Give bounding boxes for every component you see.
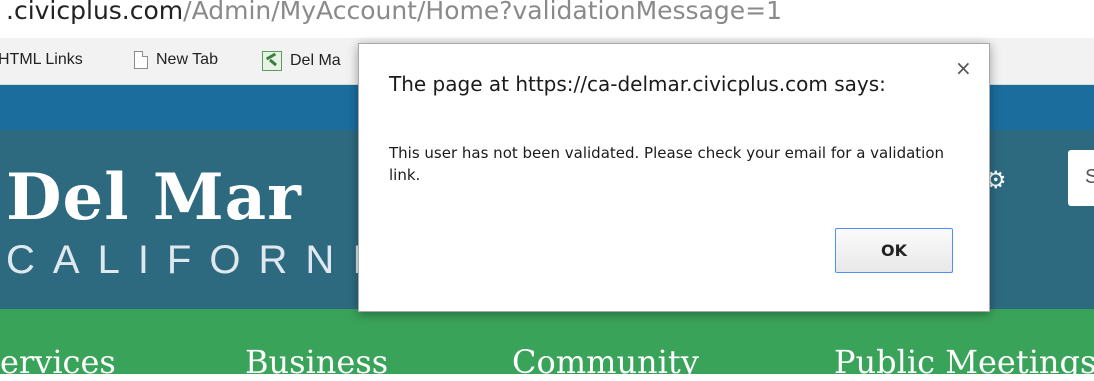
bookmark-del-mar[interactable]: Del Ma: [262, 51, 341, 71]
url-path: /Admin/MyAccount/Home?validationMessage=…: [183, 0, 783, 25]
close-icon[interactable]: ×: [955, 56, 972, 80]
url-bar[interactable]: .civicplus.com/Admin/MyAccount/Home?vali…: [0, 0, 1094, 38]
bookmark-label: Del Ma: [290, 52, 341, 69]
alert-dialog: The page at https://ca-delmar.civicplus.…: [358, 43, 990, 312]
url-host: .civicplus.com: [6, 0, 184, 25]
url-text[interactable]: .civicplus.com/Admin/MyAccount/Home?vali…: [6, 0, 782, 25]
dialog-message: This user has not been validated. Please…: [389, 144, 945, 184]
bookmark-label: HTML Links: [0, 51, 83, 68]
nav-item-community[interactable]: Community: [512, 343, 699, 381]
page-icon: [134, 51, 148, 69]
nav-item-business[interactable]: Business: [245, 343, 388, 381]
site-nav: ervices Business Community Public Meetin…: [0, 309, 1094, 381]
search-input[interactable]: S: [1068, 150, 1094, 206]
dialog-title: The page at https://ca-delmar.civicplus.…: [389, 72, 886, 96]
nav-item-services[interactable]: ervices: [0, 343, 116, 381]
bookmark-new-tab[interactable]: New Tab: [134, 51, 218, 69]
bookmark-html-links[interactable]: HTML Links: [0, 51, 83, 69]
bookmark-label: New Tab: [156, 51, 218, 68]
nav-item-public-meetings[interactable]: Public Meetings: [834, 343, 1094, 381]
ok-button[interactable]: OK: [835, 228, 953, 273]
favicon-icon: [262, 51, 282, 71]
search-placeholder: S: [1085, 166, 1094, 188]
site-logo[interactable]: Del Mar: [6, 160, 302, 235]
